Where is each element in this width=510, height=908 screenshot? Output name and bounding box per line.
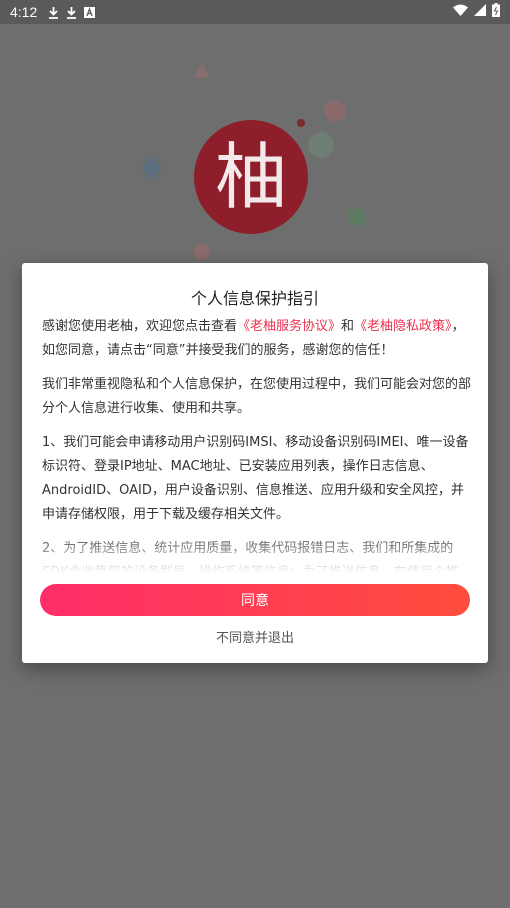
circle-decoration <box>324 100 346 122</box>
circle-decoration <box>308 132 334 158</box>
notification-a-icon <box>83 5 95 19</box>
sdk-paragraph: 2、为了推送信息、统计应用质量，收集代码报错日志、我们和所集成的SDK会收集您的… <box>42 541 459 579</box>
intro-text: 感谢您使用老柚，欢迎您点击查看 <box>42 319 238 334</box>
diamond-decoration <box>140 156 164 180</box>
status-bar: 4:12 <box>0 0 510 24</box>
privacy-dialog: 个人信息保护指引 感谢您使用老柚，欢迎您点击查看《老柚服务协议》和《老柚隐私政策… <box>22 263 488 663</box>
intro-paragraph: 感谢您使用老柚，欢迎您点击查看《老柚服务协议》和《老柚隐私政策》，如您同意，请点… <box>42 315 472 363</box>
logo-character: 柚 <box>214 135 287 219</box>
square-decoration <box>347 207 367 227</box>
battery-icon <box>492 3 500 21</box>
app-logo: 柚 <box>194 120 308 234</box>
signal-icon <box>474 4 486 20</box>
service-agreement-link[interactable]: 《老柚服务协议》 <box>237 319 341 334</box>
privacy-policy-link[interactable]: 《老柚隐私政策》 <box>354 319 452 334</box>
intro-and-text: 和 <box>341 319 355 334</box>
privacy-paragraph: 我们非常重视隐私和个人信息保护，在您使用过程中，我们可能会对您的部分个人信息进行… <box>42 377 472 416</box>
triangle-decoration <box>194 64 210 78</box>
agree-button[interactable]: 同意 <box>40 584 470 616</box>
download-icon <box>65 5 77 19</box>
disagree-exit-button[interactable]: 不同意并退出 <box>22 627 488 646</box>
dialog-title: 个人信息保护指引 <box>190 289 319 308</box>
dialog-body[interactable]: 感谢您使用老柚，欢迎您点击查看《老柚服务协议》和《老柚隐私政策》，如您同意，请点… <box>42 315 472 579</box>
permissions-paragraph: 1、我们可能会申请移动用户识别码IMSI、移动设备识别码IMEI、唯一设备标识符… <box>42 435 469 522</box>
status-time: 4:12 <box>10 4 38 20</box>
circle-decoration <box>194 244 210 260</box>
status-right-icons <box>453 3 500 21</box>
wifi-icon <box>453 4 468 20</box>
download-icon <box>47 5 59 19</box>
dot-decoration <box>297 119 305 127</box>
